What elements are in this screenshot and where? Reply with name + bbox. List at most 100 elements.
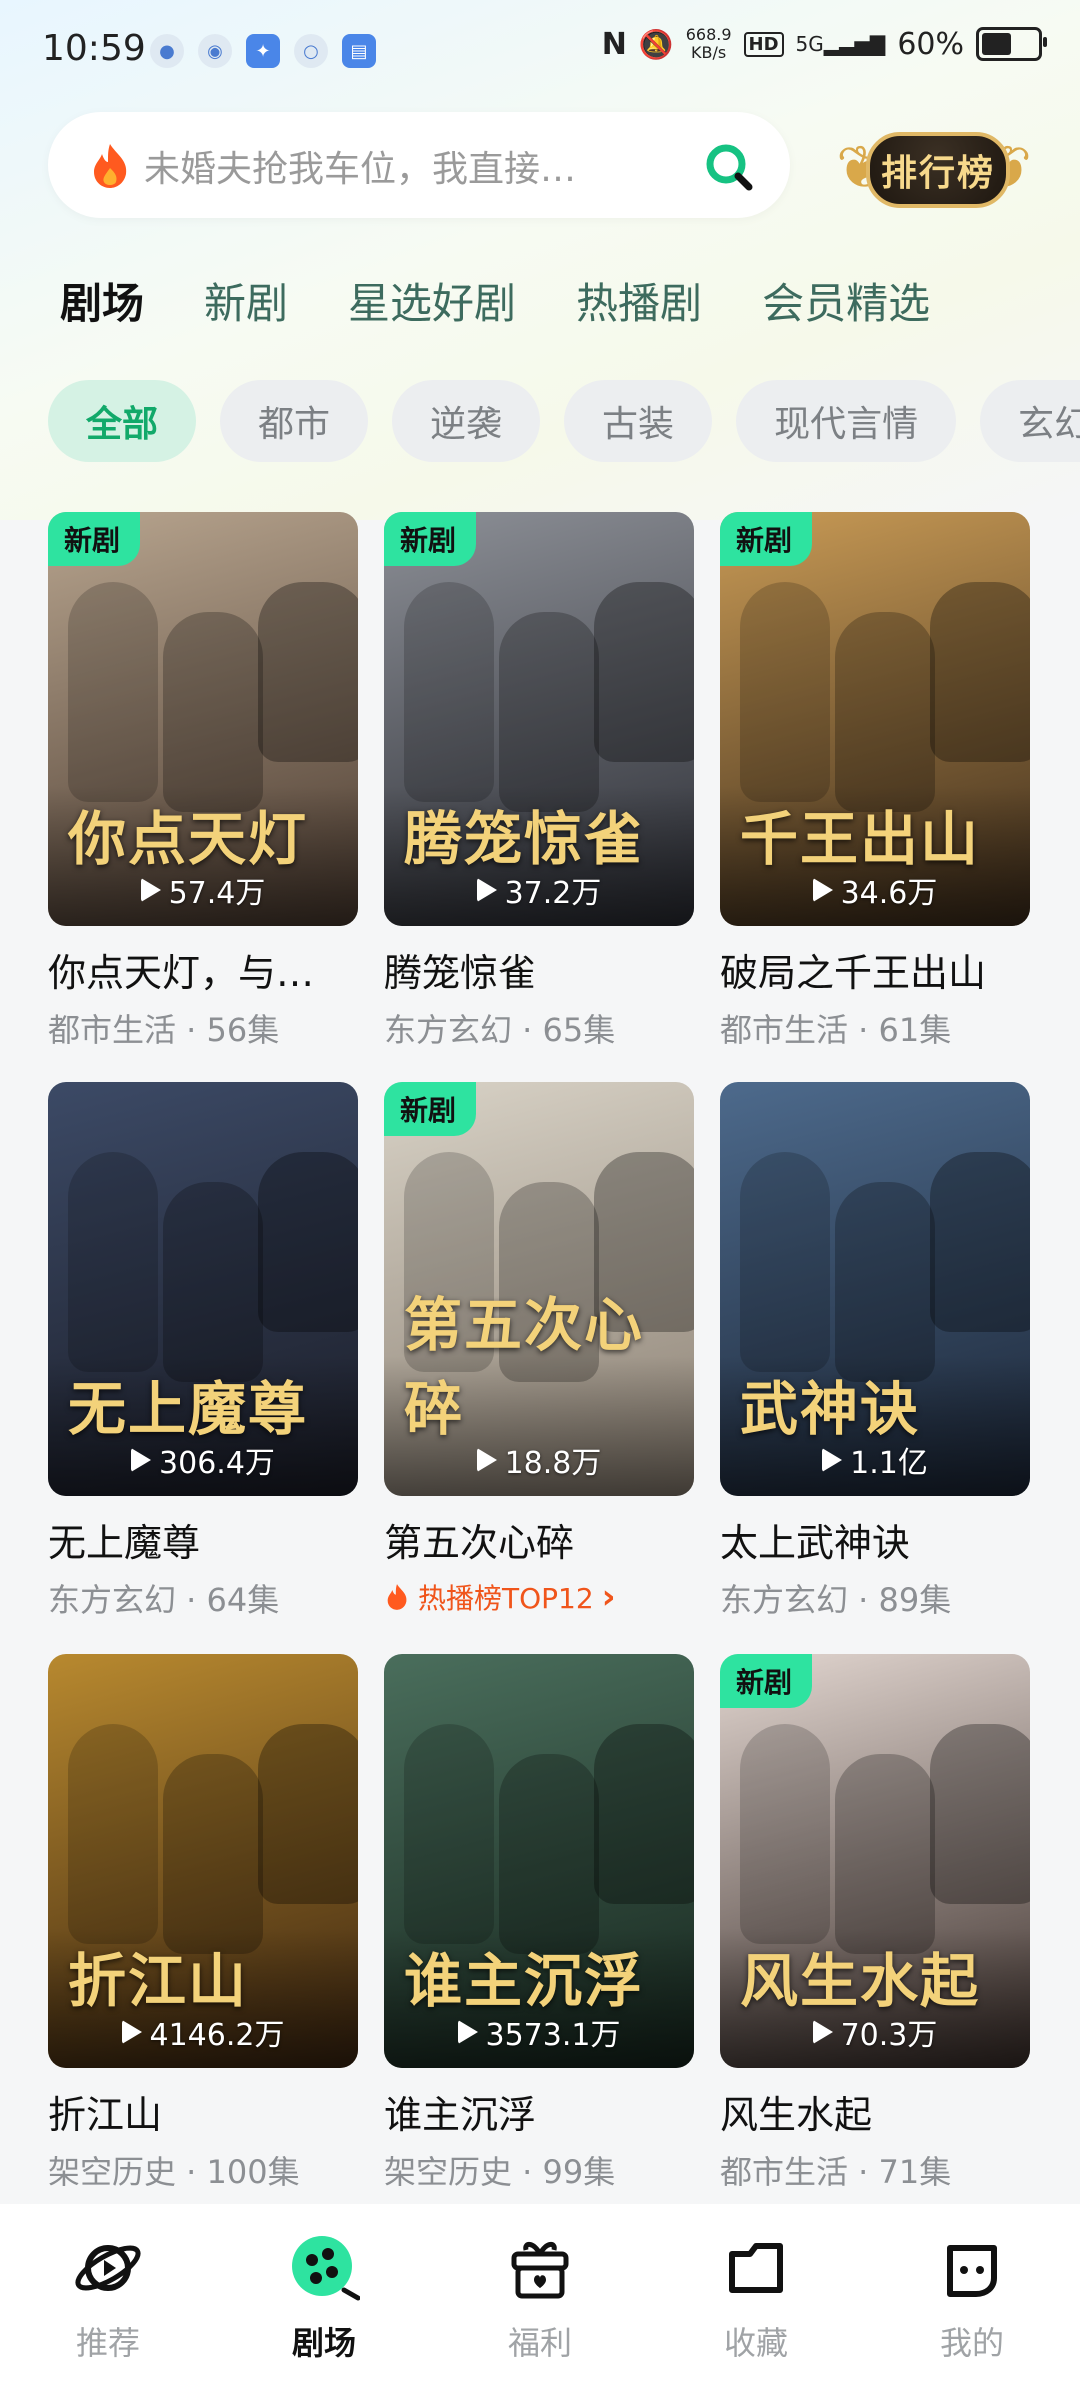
chip-urban[interactable]: 都市 — [220, 380, 369, 462]
play-count-value: 306.4万 — [159, 1446, 275, 1481]
mute-bell-icon: 🔕 — [638, 27, 674, 61]
app-notification-icon: ◉ — [198, 34, 232, 68]
drama-title[interactable]: 谁主沉浮 — [384, 2084, 694, 2139]
chip-comeback[interactable]: 逆袭 — [392, 380, 541, 462]
search-icon[interactable] — [704, 142, 754, 192]
status-bar: 10:59 ● ◉ ✦ ○ ▤ N 🔕 668.9 KB/s HD 5G▂▃▅▇… — [0, 0, 1080, 100]
gift-icon — [511, 2242, 569, 2299]
play-icon — [121, 2020, 142, 2044]
drama-poster[interactable]: 风生水起 新剧 70.3万 — [720, 1654, 1030, 2068]
drama-card[interactable]: 腾笼惊雀 新剧 37.2万 腾笼惊雀 东方玄幻 · 65集 — [384, 512, 694, 1051]
play-count-value: 34.6万 — [840, 876, 938, 911]
battery-text: 60% — [897, 26, 964, 62]
drama-poster[interactable]: 千王出山 新剧 34.6万 — [720, 512, 1030, 926]
search-bar[interactable]: 未婚夫抢我车位，我直接… — [48, 112, 790, 218]
drama-card[interactable]: 第五次心碎 新剧 18.8万 第五次心碎 热播榜TOP12 › — [384, 1082, 694, 1617]
drama-card[interactable]: 风生水起 新剧 70.3万 风生水起 都市生活 · 71集 — [720, 1654, 1030, 2193]
folder-icon — [729, 2243, 783, 2293]
drama-title[interactable]: 你点天灯，与… — [48, 942, 358, 997]
nav-recommend[interactable]: 推荐 — [28, 2232, 188, 2364]
poster-art-title: 腾笼惊雀 — [404, 805, 645, 873]
poster-figure — [68, 582, 158, 802]
chip-fantasy[interactable]: 玄幻 — [980, 380, 1080, 462]
drama-poster[interactable]: 腾笼惊雀 新剧 37.2万 — [384, 512, 694, 926]
system-indicators: N 🔕 668.9 KB/s HD 5G▂▃▅▇ 60% — [601, 25, 1047, 62]
poster-figure — [258, 1152, 358, 1332]
ranking-button[interactable]: ❦ ❦ 排行榜 — [836, 110, 1032, 220]
chip-all[interactable]: 全部 — [48, 380, 197, 462]
drama-card[interactable]: 千王出山 新剧 34.6万 破局之千王出山 都市生活 · 61集 — [720, 512, 1030, 1051]
poster-art-title: 你点天灯 — [68, 805, 309, 873]
poster-figure — [930, 1724, 1030, 1904]
play-icon — [812, 878, 833, 902]
drama-poster[interactable]: 武神诀 1.1亿 — [720, 1082, 1030, 1496]
drama-card[interactable]: 折江山 4146.2万 折江山 架空历史 · 100集 — [48, 1654, 358, 2193]
drama-poster[interactable]: 你点天灯 新剧 57.4万 — [48, 512, 358, 926]
nav-favorites[interactable]: 收藏 — [676, 2232, 836, 2364]
drama-card[interactable]: 谁主沉浮 3573.1万 谁主沉浮 架空历史 · 99集 — [384, 1654, 694, 2193]
drama-title[interactable]: 太上武神诀 — [720, 1512, 1030, 1567]
document-notification-icon: ▤ — [342, 34, 376, 68]
chip-costume[interactable]: 古装 — [564, 380, 713, 462]
drama-poster[interactable]: 折江山 4146.2万 — [48, 1654, 358, 2068]
drama-meta: 架空历史 · 100集 — [48, 2153, 300, 2191]
play-count: 34.6万 — [720, 868, 1030, 912]
poster-art-title: 千王出山 — [740, 805, 981, 873]
drama-card[interactable]: 武神诀 1.1亿 太上武神诀 东方玄幻 · 89集 — [720, 1082, 1030, 1621]
drama-card[interactable]: 无上魔尊 306.4万 无上魔尊 东方玄幻 · 64集 — [48, 1082, 358, 1621]
play-count-value: 4146.2万 — [149, 2018, 285, 2053]
poster-figure — [594, 582, 694, 762]
drama-poster[interactable]: 无上魔尊 306.4万 — [48, 1082, 358, 1496]
play-count-value: 18.8万 — [504, 1446, 602, 1481]
hot-rank-link[interactable]: 热播榜TOP12 › — [384, 1577, 694, 1617]
status-time: 10:59 — [42, 28, 146, 69]
nav-theater[interactable]: 剧场 — [244, 2232, 404, 2364]
drama-meta: 东方玄幻 · 65集 — [384, 1011, 616, 1049]
new-drama-badge: 新剧 — [720, 1654, 813, 1708]
network-speed: 668.9 KB/s — [685, 25, 732, 62]
drama-title[interactable]: 破局之千王出山 — [720, 942, 1030, 997]
drama-poster[interactable]: 谁主沉浮 3573.1万 — [384, 1654, 694, 2068]
ranking-label: 排行榜 — [866, 132, 1010, 208]
circle-notification-icon: ○ — [294, 34, 328, 68]
poster-figure — [740, 1152, 830, 1372]
chat-notification-icon: ● — [150, 34, 184, 68]
drama-title[interactable]: 腾笼惊雀 — [384, 942, 694, 997]
new-drama-badge: 新剧 — [384, 1082, 477, 1136]
nav-profile[interactable]: 我的 — [892, 2232, 1052, 2364]
play-count-value: 37.2万 — [504, 876, 602, 911]
drama-meta: 都市生活 · 56集 — [48, 1011, 280, 1049]
play-count: 3573.1万 — [384, 2010, 694, 2054]
poster-art-title: 无上魔尊 — [68, 1375, 309, 1443]
poster-figure — [68, 1724, 158, 1944]
tab-hot-drama[interactable]: 热播剧 — [576, 270, 702, 331]
chip-modern-romance[interactable]: 现代言情 — [736, 380, 957, 462]
play-count: 37.2万 — [384, 868, 694, 912]
tab-theater[interactable]: 剧场 — [60, 270, 144, 331]
poster-figure — [835, 612, 935, 812]
tab-vip-picks[interactable]: 会员精选 — [762, 270, 930, 331]
drama-title[interactable]: 折江山 — [48, 2084, 358, 2139]
poster-art-title: 风生水起 — [740, 1947, 981, 2015]
poster-figure — [740, 582, 830, 802]
new-drama-badge: 新剧 — [48, 512, 141, 566]
poster-figure — [258, 582, 358, 762]
play-count: 70.3万 — [720, 2010, 1030, 2054]
poster-art-title: 谁主沉浮 — [404, 1947, 645, 2015]
drama-meta: 都市生活 · 71集 — [720, 2153, 952, 2191]
tab-new-drama[interactable]: 新剧 — [204, 270, 288, 331]
new-drama-badge: 新剧 — [720, 512, 813, 566]
play-icon — [476, 1448, 497, 1472]
drama-title[interactable]: 第五次心碎 — [384, 1512, 694, 1567]
nfc-icon: N — [601, 26, 627, 62]
poster-figure — [594, 1724, 694, 1904]
drama-title[interactable]: 无上魔尊 — [48, 1512, 358, 1567]
play-icon — [140, 878, 161, 902]
tab-star-picks[interactable]: 星选好剧 — [348, 270, 516, 331]
poster-figure — [740, 1724, 830, 1944]
poster-art-title: 折江山 — [68, 1947, 249, 2015]
drama-title[interactable]: 风生水起 — [720, 2084, 1030, 2139]
drama-card[interactable]: 你点天灯 新剧 57.4万 你点天灯，与… 都市生活 · 56集 — [48, 512, 358, 1051]
nav-welfare[interactable]: 福利 — [460, 2232, 620, 2364]
drama-poster[interactable]: 第五次心碎 新剧 18.8万 — [384, 1082, 694, 1496]
